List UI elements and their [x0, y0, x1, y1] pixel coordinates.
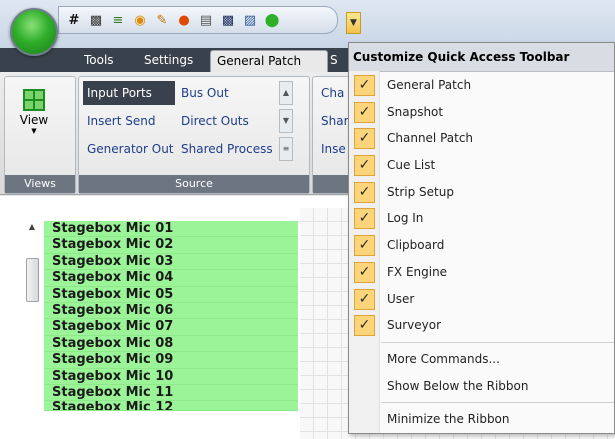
tab-partial[interactable]: S — [324, 50, 344, 72]
menu-item-label: Surveyor — [387, 318, 442, 333]
check-icon: ✓ — [354, 101, 375, 123]
source-group-label: Source — [79, 175, 309, 193]
menu-item-label: Cue List — [387, 158, 436, 173]
list-item[interactable]: Stagebox Mic 12 — [44, 401, 298, 412]
check-icon: ✓ — [354, 208, 375, 230]
menu-item-show-below-ribbon[interactable]: Show Below the Ribbon — [349, 373, 614, 400]
view-button-label: View — [19, 113, 49, 127]
title-bar: # ▩ ≡ ◉ ✎ ● ▤ ▩ ▨ ⬤ ▼ — [0, 0, 615, 56]
menu-item-user[interactable]: ✓ User — [349, 286, 614, 313]
input-ports-button[interactable]: Input Ports — [83, 81, 175, 105]
source-list: Stagebox Mic 01 Stagebox Mic 02 Stagebox… — [44, 221, 298, 412]
menu-item-more-commands[interactable]: More Commands... — [349, 346, 614, 373]
clipboard-icon[interactable]: ▤ — [197, 11, 215, 29]
menu-item-label: User — [387, 291, 415, 306]
tab-general-patch[interactable]: General Patch — [210, 50, 328, 73]
list-item[interactable]: Stagebox Mic 08 — [44, 335, 298, 353]
list-item[interactable]: Stagebox Mic 03 — [44, 253, 298, 271]
menu-separator — [381, 402, 614, 404]
camera-icon[interactable]: ▩ — [87, 11, 105, 29]
shared-process-button[interactable]: Shared Process — [177, 137, 275, 161]
menu-item-label: Clipboard — [387, 238, 445, 253]
menu-item-label: Channel Patch — [387, 131, 474, 146]
list-item[interactable]: Stagebox Mic 09 — [44, 352, 298, 369]
cue-icon[interactable]: ◉ — [131, 11, 149, 29]
source-group: Input Ports Bus Out Insert Send Direct O… — [78, 76, 310, 194]
fx-icon[interactable]: ▩ — [219, 11, 237, 29]
gallery-scroll-up-button[interactable]: ▲ — [279, 81, 293, 105]
list-item[interactable]: Stagebox Mic 07 — [44, 319, 298, 336]
list-item[interactable]: Stagebox Mic 04 — [44, 270, 298, 287]
scroll-thumb[interactable] — [26, 258, 39, 302]
menu-item-log-in[interactable]: ✓ Log In — [349, 205, 614, 232]
strip-icon[interactable]: ✎ — [153, 11, 171, 29]
app-orb-button[interactable] — [10, 8, 58, 56]
bus-out-button[interactable]: Bus Out — [177, 81, 263, 105]
list-item[interactable]: Stagebox Mic 06 — [44, 302, 298, 320]
menu-item-cue-list[interactable]: ✓ Cue List — [349, 152, 614, 179]
menu-item-label: FX Engine — [387, 264, 448, 279]
tab-settings[interactable]: Settings — [138, 50, 199, 72]
scroll-up-arrow-icon[interactable]: ▲ — [26, 222, 38, 232]
check-icon: ✓ — [354, 75, 375, 96]
menu-item-label: General Patch — [387, 78, 472, 92]
check-icon: ✓ — [354, 181, 375, 203]
check-icon: ✓ — [354, 315, 375, 337]
list-item[interactable]: Stagebox Mic 11 — [44, 384, 298, 402]
check-icon: ✓ — [354, 235, 375, 257]
menu-separator — [381, 341, 614, 343]
views-group: View ▼ Views — [4, 76, 76, 194]
menu-item-minimize-ribbon[interactable]: Minimize the Ribbon — [349, 406, 614, 433]
menu-item-clipboard[interactable]: ✓ Clipboard — [349, 232, 614, 259]
surveyor-icon[interactable]: ⬤ — [263, 11, 281, 29]
menu-item-strip-setup[interactable]: ✓ Strip Setup — [349, 179, 614, 206]
chevron-down-icon: ▼ — [31, 127, 37, 135]
insert-send-button[interactable]: Insert Send — [83, 109, 175, 133]
menu-item-label: Snapshot — [387, 104, 444, 119]
menu-item-surveyor[interactable]: ✓ Surveyor — [349, 312, 614, 339]
direct-outs-button[interactable]: Direct Outs — [177, 109, 263, 133]
view-button[interactable]: View ▼ — [13, 83, 55, 163]
tab-tools[interactable]: Tools — [78, 50, 120, 72]
qat-customize-dropdown-button[interactable]: ▼ — [346, 12, 361, 34]
list-item[interactable]: Stagebox Mic 01 — [44, 221, 298, 238]
list-item[interactable]: Stagebox Mic 02 — [44, 237, 298, 254]
check-icon: ✓ — [354, 261, 375, 283]
generator-out-button[interactable]: Generator Out — [83, 137, 175, 161]
customize-qat-menu: Customize Quick Access Toolbar ✓ General … — [348, 42, 615, 434]
list-item[interactable]: Stagebox Mic 10 — [44, 368, 298, 385]
list-item[interactable]: Stagebox Mic 05 — [44, 286, 298, 303]
gallery-scroll-down-button[interactable]: ▼ — [279, 109, 293, 133]
quick-access-toolbar: # ▩ ≡ ◉ ✎ ● ▤ ▩ ▨ ⬤ — [58, 6, 338, 34]
user-icon[interactable]: ▨ — [241, 11, 259, 29]
check-icon: ✓ — [354, 128, 375, 150]
menu-item-channel-patch[interactable]: ✓ Channel Patch — [349, 125, 614, 152]
menu-title: Customize Quick Access Toolbar — [349, 43, 614, 72]
check-icon: ✓ — [354, 155, 375, 177]
menu-item-label: Log In — [387, 211, 424, 226]
menu-item-fx-engine[interactable]: ✓ FX Engine — [349, 259, 614, 286]
patch-icon[interactable]: ≡ — [109, 11, 127, 29]
menu-item-general-patch[interactable]: ✓ General Patch — [349, 72, 614, 99]
gallery-expand-button[interactable]: ≡ — [279, 137, 293, 161]
views-group-label: Views — [5, 175, 75, 193]
menu-item-label: Strip Setup — [387, 184, 454, 199]
grid-view-icon — [23, 89, 45, 111]
grid-icon[interactable]: # — [65, 11, 83, 29]
menu-item-snapshot[interactable]: ✓ Snapshot — [349, 99, 614, 126]
login-icon[interactable]: ● — [175, 11, 193, 29]
list-scrollbar[interactable]: ▲ — [26, 214, 39, 439]
check-icon: ✓ — [354, 288, 375, 310]
